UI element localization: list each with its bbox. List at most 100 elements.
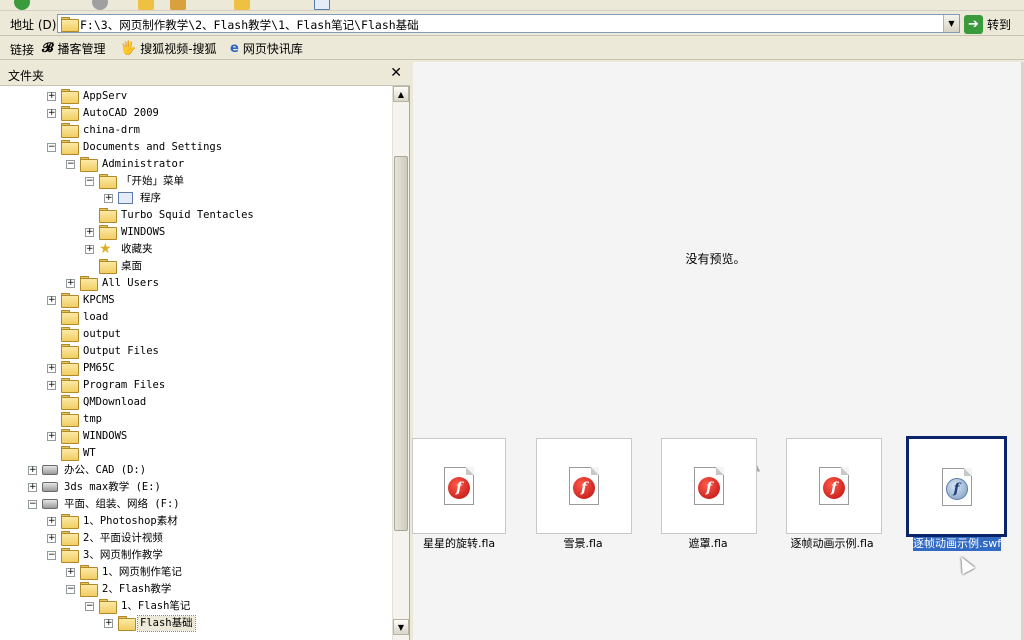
tree-item[interactable]: − 「开始」菜单 xyxy=(0,173,392,190)
tree-item[interactable]: + Flash基础 xyxy=(0,615,392,632)
tree-item-label: 收藏夹 xyxy=(121,243,153,255)
expand-icon[interactable]: + xyxy=(47,92,56,101)
address-input[interactable]: F:\3、网页制作教学\2、Flash教学\1、Flash笔记\Flash基础 … xyxy=(57,14,960,33)
address-dropdown-button[interactable]: ▼ xyxy=(943,15,959,32)
scroll-up-button[interactable]: ▲ xyxy=(393,86,409,102)
collapse-icon[interactable]: − xyxy=(85,602,94,611)
file-name-label[interactable]: 逐帧动画示例.swf xyxy=(913,537,1002,551)
tree-item[interactable]: − 平面、组装、网络 (F:) xyxy=(0,496,392,513)
tree-item[interactable]: + AutoCAD 2009 xyxy=(0,105,392,122)
tree-item[interactable]: − Documents and Settings xyxy=(0,139,392,156)
collapse-icon[interactable]: − xyxy=(66,160,75,169)
collapse-icon[interactable]: − xyxy=(85,177,94,186)
favorites-star-icon: ★ xyxy=(99,241,112,257)
expand-icon[interactable]: + xyxy=(85,245,94,254)
expand-icon[interactable]: + xyxy=(47,517,56,526)
tree-item[interactable]: − 1、Flash笔记 xyxy=(0,598,392,615)
tree-item[interactable]: +2、平面设计视频 xyxy=(0,530,392,547)
scroll-thumb[interactable] xyxy=(394,156,408,531)
collapse-icon[interactable]: − xyxy=(66,585,75,594)
forward-button[interactable] xyxy=(92,0,108,10)
file-name-label[interactable]: 雪景.fla xyxy=(564,537,603,551)
expand-icon[interactable]: + xyxy=(28,483,37,492)
file-thumbnail[interactable]: f xyxy=(661,438,757,534)
expand-icon[interactable]: + xyxy=(47,109,56,118)
link-item-podcast[interactable]: 𝓑 播客管理 xyxy=(42,39,105,57)
collapse-icon[interactable]: − xyxy=(28,500,37,509)
expand-icon[interactable]: + xyxy=(66,279,75,288)
expand-icon[interactable]: + xyxy=(47,432,56,441)
vertical-scrollbar[interactable]: ▲ ▼ xyxy=(392,86,409,640)
folder-icon xyxy=(80,565,98,580)
link-item-webslice[interactable]: e 网页快讯库 xyxy=(230,39,303,57)
tree-item[interactable]: + AppServ xyxy=(0,88,392,105)
tree-item[interactable]: + PM65C xyxy=(0,360,392,377)
folder-icon xyxy=(80,157,98,172)
tree-item[interactable]: − 2、Flash教学 xyxy=(0,581,392,598)
link-label: 搜狐视频-搜狐 xyxy=(140,41,217,56)
address-bar: 地址 (D) F:\3、网页制作教学\2、Flash教学\1、Flash笔记\F… xyxy=(0,11,1024,36)
views-button[interactable] xyxy=(314,0,330,10)
expand-icon[interactable]: + xyxy=(85,228,94,237)
tree-item[interactable]: +3ds max教学 (E:) xyxy=(0,479,392,496)
up-button[interactable] xyxy=(138,0,154,10)
tree-item-label: 1、Photoshop素材 xyxy=(83,515,178,527)
tree-item[interactable]: +1、Photoshop素材 xyxy=(0,513,392,530)
flash-document-file-icon: f xyxy=(444,467,474,505)
file-thumbnail[interactable]: f xyxy=(786,438,882,534)
file-name-label[interactable]: 遮罩.fla xyxy=(689,537,728,551)
tree-item[interactable]: + WINDOWS xyxy=(0,224,392,241)
tree-item[interactable]: Turbo Squid Tentacles xyxy=(0,207,392,224)
folder-pane-header: 文件夹 ✕ xyxy=(0,62,410,86)
close-icon[interactable]: ✕ xyxy=(390,65,402,81)
tree-item[interactable]: + 程序 xyxy=(0,190,392,207)
file-thumbnail[interactable]: f xyxy=(536,438,632,534)
tree-item[interactable]: + All Users xyxy=(0,275,392,292)
tree-item[interactable]: QMDownload xyxy=(0,394,392,411)
tree-item[interactable]: − Administrator xyxy=(0,156,392,173)
links-label: 链接 xyxy=(10,43,35,57)
tree-item[interactable]: output xyxy=(0,326,392,343)
expand-icon[interactable]: + xyxy=(47,381,56,390)
views-icon xyxy=(314,0,330,10)
file-name-label[interactable]: 逐帧动画示例.fla xyxy=(791,537,874,551)
tree-item[interactable]: load xyxy=(0,309,392,326)
folder-tree[interactable]: + AppServ + AutoCAD 2009 china-drm − Documents… xyxy=(0,86,392,640)
expand-icon[interactable]: + xyxy=(104,619,113,628)
file-thumbnail[interactable]: f xyxy=(906,436,1007,537)
file-thumbnail[interactable]: f xyxy=(412,438,506,534)
tree-item[interactable]: WT xyxy=(0,445,392,462)
go-button[interactable]: ➔ 转到 xyxy=(964,14,1011,34)
tree-item[interactable]: tmp xyxy=(0,411,392,428)
tree-item[interactable]: china-drm xyxy=(0,122,392,139)
tree-item[interactable]: − 3、网页制作教学 xyxy=(0,547,392,564)
back-button[interactable] xyxy=(14,0,30,10)
tree-item-label: 2、Flash教学 xyxy=(102,583,172,595)
scroll-down-button[interactable]: ▼ xyxy=(393,619,409,635)
link-item-sohu[interactable]: 🖐 搜狐视频-搜狐 xyxy=(120,39,217,57)
expand-icon[interactable]: + xyxy=(47,296,56,305)
tree-item[interactable]: Output Files xyxy=(0,343,392,360)
folders-button[interactable] xyxy=(234,0,250,10)
collapse-icon[interactable]: − xyxy=(47,143,56,152)
search-button[interactable] xyxy=(170,0,186,10)
expand-icon[interactable]: + xyxy=(28,466,37,475)
folder-icon xyxy=(61,429,79,444)
tree-item[interactable]: +1、网页制作笔记 xyxy=(0,564,392,581)
collapse-icon[interactable]: − xyxy=(47,551,56,560)
file-name-label[interactable]: 星星的旋转.fla xyxy=(423,537,495,551)
tree-item[interactable]: + Program Files xyxy=(0,377,392,394)
tree-item[interactable]: + WINDOWS xyxy=(0,428,392,445)
tree-item-label: 平面、组装、网络 (F:) xyxy=(64,498,180,510)
expand-icon[interactable]: + xyxy=(66,568,75,577)
tree-item[interactable]: 桌面 xyxy=(0,258,392,275)
tree-item[interactable]: + 办公、CAD (D:) xyxy=(0,462,392,479)
tree-item[interactable]: + ★ 收藏夹 xyxy=(0,241,392,258)
expand-icon[interactable]: + xyxy=(47,364,56,373)
expand-icon[interactable]: + xyxy=(104,194,113,203)
tree-item[interactable]: + KPCMS xyxy=(0,292,392,309)
folder-icon xyxy=(61,106,79,121)
folder-icon xyxy=(99,259,117,274)
tree-item-label: 3、网页制作教学 xyxy=(83,549,163,561)
expand-icon[interactable]: + xyxy=(47,534,56,543)
